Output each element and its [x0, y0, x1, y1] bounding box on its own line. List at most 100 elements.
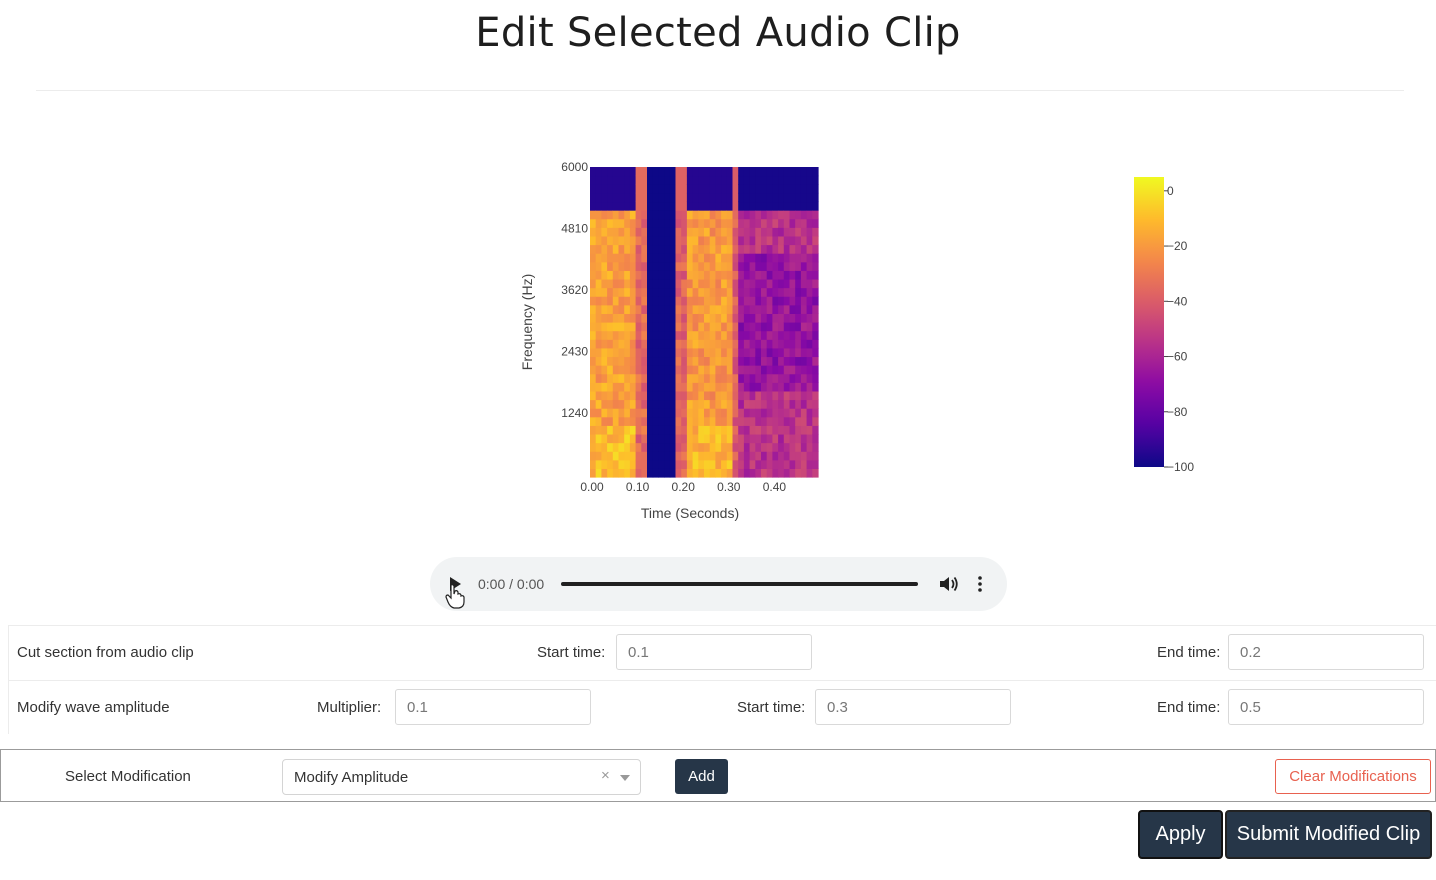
clear-selection-icon[interactable]: ×: [601, 767, 610, 784]
heatmap-cell: [652, 227, 659, 237]
heatmap-cell: [607, 451, 614, 461]
heatmap-cell: [612, 192, 620, 203]
heatmap-cell: [675, 287, 682, 297]
heatmap-cell: [641, 408, 648, 418]
add-button[interactable]: Add: [675, 759, 728, 794]
heatmap-cell: [721, 399, 728, 409]
cut-start-input[interactable]: [616, 634, 812, 670]
heatmap-cell: [761, 322, 768, 332]
heatmap-cell: [738, 382, 745, 392]
heatmap-cell: [761, 451, 768, 461]
heatmap-cell: [726, 261, 734, 271]
heatmap-cell: [755, 451, 762, 461]
heatmap-cell: [618, 425, 625, 435]
heatmap-cell: [658, 184, 665, 194]
heatmap-cell: [595, 390, 602, 401]
x-tick-label: 0.30: [717, 480, 741, 494]
heatmap-cell: [658, 347, 665, 358]
heatmap-cell: [806, 382, 813, 392]
heatmap-cell: [738, 356, 745, 366]
heatmap-cell: [726, 253, 734, 263]
heatmap-cell: [743, 322, 751, 332]
heatmap-cell: [721, 253, 728, 263]
heatmap-cell: [686, 356, 694, 366]
heatmap-cell: [686, 339, 694, 349]
heatmap-cell: [755, 408, 762, 418]
modification-dropdown[interactable]: Modify Amplitude ×: [282, 759, 641, 795]
heatmap-cell: [778, 451, 785, 461]
heatmap-cell: [783, 416, 791, 426]
heatmap-cell: [766, 296, 773, 306]
clear-modifications-button[interactable]: Clear Modifications: [1275, 759, 1431, 794]
heatmap-cell: [800, 416, 808, 426]
heatmap-cell: [806, 468, 813, 478]
heatmap-cell: [652, 270, 659, 280]
heatmap-cell: [783, 399, 791, 409]
heatmap-cell: [652, 296, 659, 306]
heatmap-cell: [778, 253, 785, 263]
heatmap-cell: [709, 304, 716, 314]
heatmap-cell: [612, 227, 620, 237]
heatmap-cell: [675, 356, 682, 366]
heatmap-cell: [629, 399, 637, 409]
heatmap-cell: [612, 339, 620, 349]
heatmap-cell: [658, 339, 665, 349]
volume-icon[interactable]: [938, 574, 960, 594]
multiplier-input[interactable]: [395, 689, 591, 725]
more-options-icon[interactable]: [972, 574, 988, 594]
heatmap-cell: [772, 235, 779, 246]
heatmap-cell: [641, 347, 648, 358]
chevron-down-icon[interactable]: [620, 775, 630, 781]
colorbar-gradient: [1134, 177, 1164, 467]
heatmap-cell: [749, 287, 756, 297]
amplitude-end-input[interactable]: [1228, 689, 1424, 725]
heatmap-cell: [789, 287, 796, 297]
heatmap-cell: [755, 210, 762, 220]
heatmap-cell: [755, 347, 762, 358]
heatmap-cell: [738, 399, 745, 409]
heatmap-cell: [800, 468, 808, 478]
heatmap-cell: [607, 399, 614, 409]
heatmap-cell: [755, 192, 762, 203]
heatmap-cell: [658, 253, 665, 263]
heatmap-cell: [590, 442, 597, 452]
heatmap-cell: [721, 330, 728, 340]
heatmap-cell: [590, 425, 597, 435]
heatmap-cell: [675, 433, 682, 444]
heatmap-cell: [783, 408, 791, 418]
heatmap-cell: [664, 261, 671, 271]
heatmap-cell: [658, 416, 665, 426]
heatmap-cell: [761, 253, 768, 263]
heatmap-cell: [652, 313, 659, 323]
heatmap-cell: [761, 304, 768, 314]
heatmap-cell: [675, 390, 682, 401]
heatmap-cell: [743, 235, 751, 246]
heatmap-cell: [761, 175, 768, 185]
heatmap-cell: [658, 442, 665, 452]
heatmap-cell: [692, 218, 699, 228]
heatmap-cell: [590, 210, 597, 220]
amplitude-end-label: End time:: [1157, 699, 1221, 716]
apply-button[interactable]: Apply: [1138, 810, 1223, 859]
heatmap-cell: [761, 210, 768, 220]
heatmap-cell: [647, 313, 654, 323]
heatmap-cell: [721, 382, 728, 392]
heatmap-cell: [641, 356, 648, 366]
y-tick-label: 4810: [561, 221, 588, 235]
heatmap-cell: [709, 442, 716, 452]
heatmap-cell: [601, 304, 608, 314]
heatmap-cell: [715, 468, 722, 478]
heatmap-cell: [698, 218, 705, 228]
heatmap-cell: [772, 210, 779, 220]
submit-modified-clip-button[interactable]: Submit Modified Clip: [1225, 810, 1432, 859]
heatmap-cell: [755, 330, 762, 340]
heatmap-cell: [732, 322, 739, 332]
heatmap-cell: [629, 416, 637, 426]
heatmap-cell: [778, 304, 785, 314]
heatmap-cell: [595, 244, 602, 254]
heatmap-cell: [686, 322, 694, 332]
heatmap-cell: [795, 347, 802, 358]
amplitude-start-input[interactable]: [815, 689, 1011, 725]
cut-end-input[interactable]: [1228, 634, 1424, 670]
seek-bar[interactable]: [561, 582, 918, 586]
